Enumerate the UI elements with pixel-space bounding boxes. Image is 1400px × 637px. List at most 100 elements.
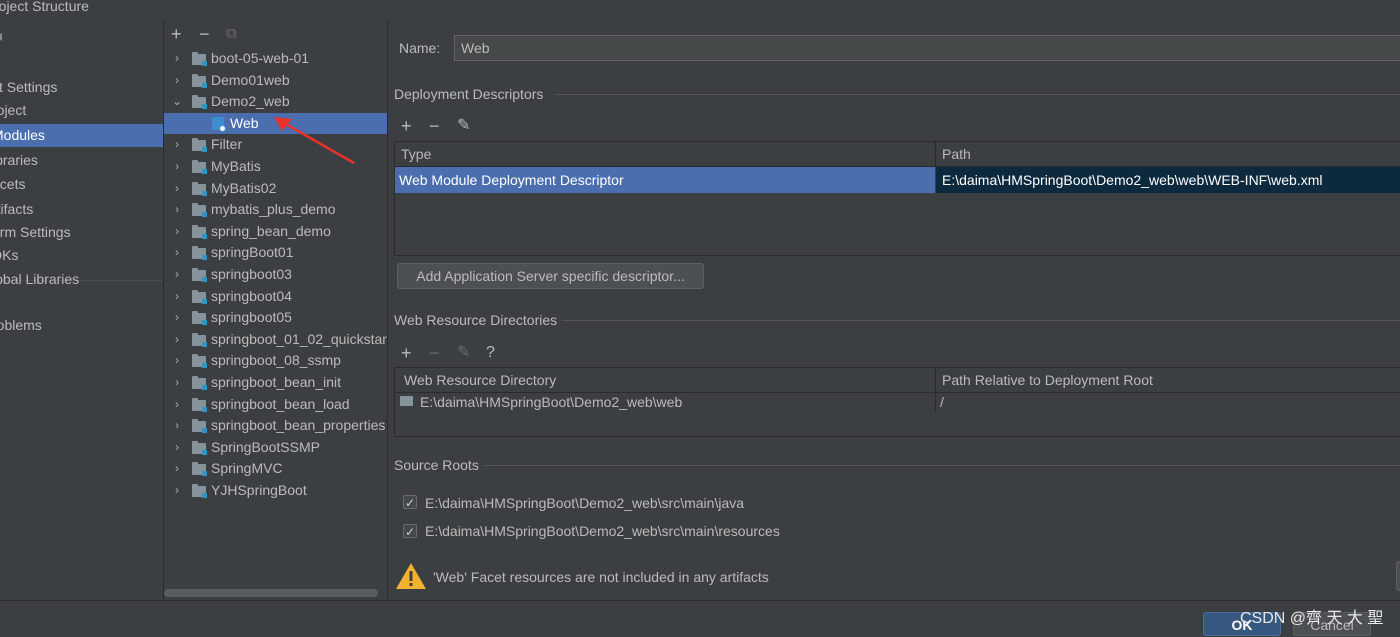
sidebar-item[interactable]: lobal Libraries: [0, 268, 163, 291]
tree-row[interactable]: › springboot_01_02_quickstar: [164, 329, 387, 350]
source-root-label: E:\daima\HMSpringBoot\Demo2_web\src\main…: [425, 495, 745, 511]
chevron-right-icon[interactable]: ›: [171, 134, 183, 155]
module-folder-icon: [192, 224, 207, 239]
source-root-checkbox[interactable]: ✓: [403, 524, 417, 539]
add-descriptor-icon[interactable]: +: [401, 117, 412, 135]
descriptor-path-cell[interactable]: E:\daima\HMSpringBoot\Demo2_web\web\WEB-…: [936, 167, 1400, 193]
add-module-icon[interactable]: +: [171, 25, 182, 43]
sidebar-item[interactable]: orm Settings: [0, 221, 163, 244]
facet-settings-panel: [388, 20, 1400, 600]
add-server-descriptor-button[interactable]: Add Application Server specific descript…: [397, 263, 704, 289]
chevron-right-icon[interactable]: ›: [171, 242, 183, 263]
chevron-right-icon[interactable]: ›: [171, 221, 183, 242]
module-folder-icon: [192, 397, 207, 412]
tree-row[interactable]: › SpringBootSSMP: [164, 437, 387, 458]
edit-descriptor-icon[interactable]: ✎: [457, 117, 470, 135]
tree-row[interactable]: › MyBatis02: [164, 178, 387, 199]
relative-path-cell[interactable]: /: [936, 392, 1400, 412]
chevron-right-icon[interactable]: ›: [171, 156, 183, 177]
section-divider: [484, 465, 1400, 466]
sidebar-item[interactable]: roject: [0, 99, 163, 122]
watermark: CSDN @齊 天 大 聖: [1240, 610, 1384, 627]
chevron-right-icon[interactable]: ›: [171, 458, 183, 479]
name-input[interactable]: [454, 35, 1400, 61]
sidebar-item[interactable]: roblems: [0, 314, 163, 337]
sidebar-item[interactable]: Modules: [0, 124, 163, 147]
remove-module-icon[interactable]: −: [199, 25, 210, 43]
tree-row[interactable]: › boot-05-web-01: [164, 48, 387, 69]
sidebar-item[interactable]: acets: [0, 173, 163, 196]
chevron-right-icon[interactable]: ›: [171, 329, 183, 350]
tree-row[interactable]: › YJHSpringBoot: [164, 480, 387, 501]
chevron-down-icon[interactable]: ⌄: [171, 91, 183, 112]
tree-row[interactable]: › SpringMVC: [164, 458, 387, 479]
tree-scrollbar[interactable]: [164, 589, 378, 597]
tree-row[interactable]: › springboot_bean_load: [164, 394, 387, 415]
tree-row-label: Web: [230, 114, 259, 131]
source-root-label: E:\daima\HMSpringBoot\Demo2_web\src\main…: [425, 523, 780, 539]
back-arrow-icon[interactable]: ◂: [0, 26, 2, 46]
tree-row[interactable]: › spring_bean_demo: [164, 221, 387, 242]
help-icon[interactable]: ?: [486, 344, 495, 362]
chevron-right-icon[interactable]: ›: [171, 415, 183, 436]
warning-icon: [396, 563, 426, 589]
tree-row[interactable]: › springboot_08_ssmp: [164, 350, 387, 371]
edit-resource-icon[interactable]: ✎: [457, 344, 470, 362]
tree-row[interactable]: › Demo01web: [164, 70, 387, 91]
tree-row-label: spring_bean_demo: [211, 222, 331, 239]
chevron-right-icon[interactable]: ›: [171, 307, 183, 328]
tree-row[interactable]: › springboot_bean_properties: [164, 415, 387, 436]
tree-row-label: SpringMVC: [211, 460, 283, 477]
chevron-right-icon[interactable]: ›: [171, 178, 183, 199]
column-header-path[interactable]: Path: [936, 142, 1400, 167]
tree-row-label: Filter: [211, 136, 243, 153]
chevron-right-icon[interactable]: ›: [171, 372, 183, 393]
tree-row[interactable]: ⌄ Demo2_web: [164, 91, 387, 112]
tree-row[interactable]: › mybatis_plus_demo: [164, 199, 387, 220]
chevron-right-icon[interactable]: ›: [171, 480, 183, 501]
chevron-right-icon[interactable]: ›: [171, 199, 183, 220]
fix-button[interactable]: [1396, 561, 1400, 591]
module-folder-icon: [192, 332, 207, 347]
section-divider: [562, 320, 1400, 321]
tree-row-label: springboot05: [211, 309, 292, 326]
tree-row[interactable]: › springboot_bean_init: [164, 372, 387, 393]
tree-row-label: MyBatis02: [211, 179, 277, 196]
source-root-checkbox[interactable]: ✓: [403, 495, 417, 510]
add-resource-icon[interactable]: +: [401, 344, 412, 362]
column-header-resource-dir[interactable]: Web Resource Directory: [395, 368, 936, 393]
chevron-right-icon[interactable]: ›: [171, 286, 183, 307]
descriptor-type-cell[interactable]: Web Module Deployment Descriptor: [395, 167, 935, 193]
tree-row-label: springboot_01_02_quickstar: [211, 330, 387, 347]
module-folder-icon: [192, 246, 207, 261]
module-folder-icon: [192, 289, 207, 304]
chevron-right-icon[interactable]: ›: [171, 394, 183, 415]
chevron-right-icon[interactable]: ›: [171, 264, 183, 285]
title-bar: roject Structure: [0, 0, 1400, 20]
remove-descriptor-icon[interactable]: −: [429, 117, 440, 135]
sidebar-item[interactable]: ct Settings: [0, 76, 163, 99]
tree-row[interactable]: › springBoot01: [164, 242, 387, 263]
sidebar-item[interactable]: rtifacts: [0, 198, 163, 221]
chevron-right-icon[interactable]: ›: [171, 350, 183, 371]
module-folder-icon: [192, 160, 207, 174]
tree-row-label: YJHSpringBoot: [211, 482, 307, 498]
column-header-relative-path[interactable]: Path Relative to Deployment Root: [936, 368, 1400, 393]
chevron-right-icon[interactable]: ›: [171, 48, 183, 69]
tree-row-label: Demo01web: [211, 71, 290, 88]
resource-dir-cell[interactable]: E:\daima\HMSpringBoot\Demo2_web\web: [395, 392, 935, 412]
module-folder-icon: [192, 268, 207, 282]
sidebar-item[interactable]: DKs: [0, 244, 163, 267]
tree-row-label: springboot_bean_load: [211, 395, 350, 412]
chevron-right-icon[interactable]: ›: [171, 70, 183, 91]
tree-row[interactable]: › springboot05: [164, 307, 387, 328]
sidebar-item[interactable]: ibraries: [0, 149, 163, 172]
remove-resource-icon[interactable]: −: [429, 344, 440, 362]
web-resource-directories-title: Web Resource Directories: [394, 312, 558, 328]
tree-row[interactable]: › springboot04: [164, 286, 387, 307]
chevron-right-icon[interactable]: ›: [171, 437, 183, 458]
copy-module-icon[interactable]: ⧉: [226, 25, 237, 43]
column-header-type[interactable]: Type: [395, 142, 936, 167]
tree-row[interactable]: › springboot03: [164, 264, 387, 285]
tree-row-label: MyBatis: [211, 158, 261, 174]
